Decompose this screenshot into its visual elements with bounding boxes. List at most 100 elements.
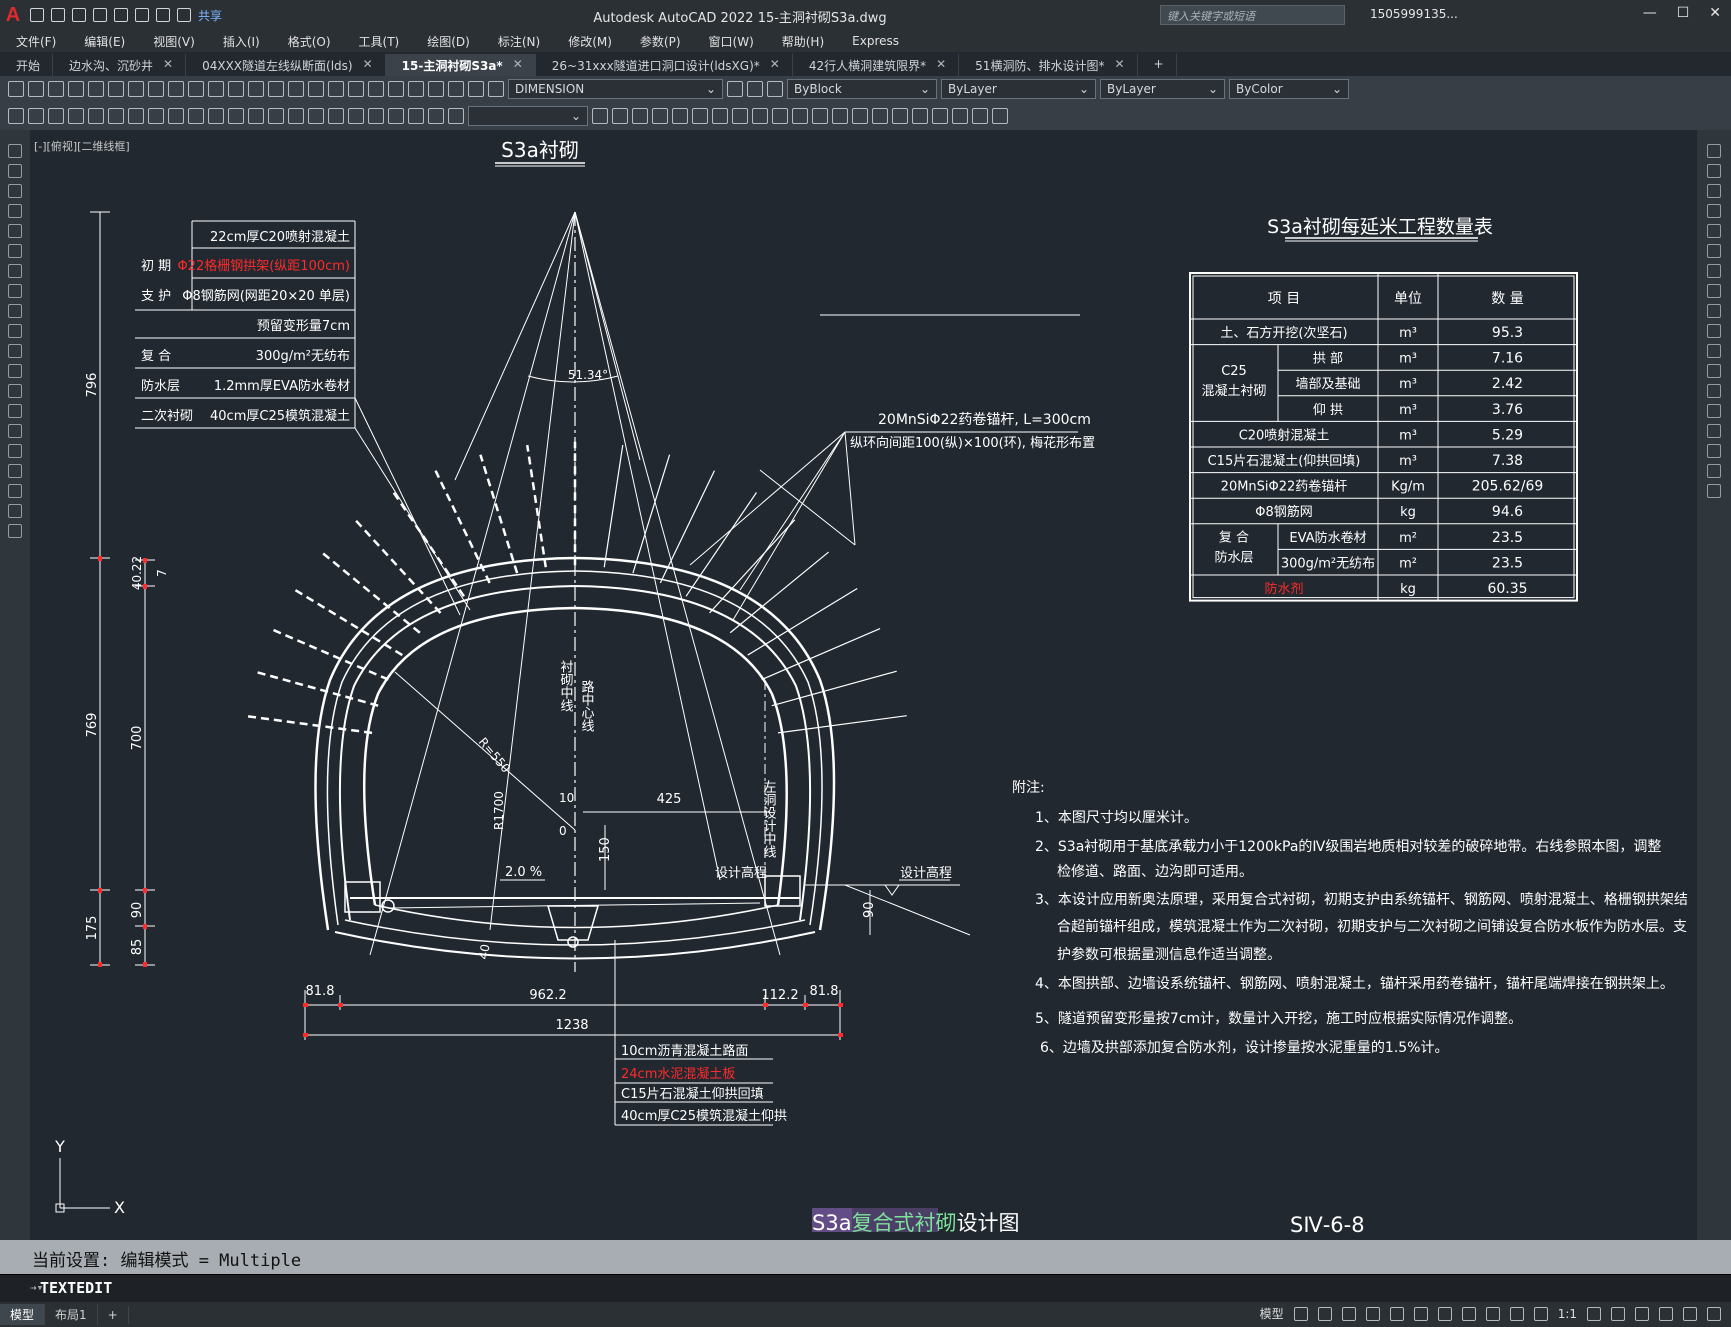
dim-quick-icon[interactable]	[228, 108, 244, 124]
dim-break-icon[interactable]	[308, 108, 324, 124]
rectangle-icon[interactable]	[8, 224, 22, 238]
dim-diameter-icon[interactable]	[188, 108, 204, 124]
redo-icon[interactable]	[177, 8, 191, 22]
annotation-scale[interactable]: 1:1	[1558, 1307, 1577, 1321]
add-layout-button[interactable]: +	[98, 1305, 129, 1324]
layer-iso-icon[interactable]	[767, 81, 783, 97]
table-icon[interactable]	[8, 484, 22, 498]
tolerance-icon[interactable]	[328, 108, 344, 124]
grid-icon[interactable]	[1293, 1306, 1308, 1321]
help-icon[interactable]	[448, 81, 464, 97]
share-button[interactable]: 共享	[198, 7, 222, 24]
color-dropdown[interactable]: ByBlock ⌄	[787, 79, 937, 99]
insert-block-icon[interactable]	[8, 364, 22, 378]
array-icon[interactable]	[1707, 224, 1721, 238]
ellipse-arc-icon[interactable]	[8, 344, 22, 358]
zoom-window-icon[interactable]	[288, 81, 304, 97]
menu-help[interactable]: 帮助(H)	[782, 33, 824, 50]
print-icon[interactable]	[68, 81, 84, 97]
redo-icon[interactable]	[228, 81, 244, 97]
tool-icon[interactable]	[8, 108, 24, 124]
fillet-icon[interactable]	[832, 108, 848, 124]
mirror-icon[interactable]	[1707, 184, 1721, 198]
layer-prev-icon[interactable]	[747, 81, 763, 97]
extend-icon[interactable]	[792, 108, 808, 124]
modify-icon[interactable]	[612, 108, 628, 124]
dim-aligned-icon[interactable]	[88, 108, 104, 124]
menu-dimension[interactable]: 标注(N)	[498, 33, 540, 50]
move-icon[interactable]	[1707, 244, 1721, 258]
menu-insert[interactable]: 插入(I)	[223, 33, 260, 50]
lineweight-dropdown[interactable]: ByLayer ⌄	[1100, 79, 1225, 99]
polygon-icon[interactable]	[8, 204, 22, 218]
break-icon[interactable]	[1707, 384, 1721, 398]
modify-icon[interactable]	[632, 108, 648, 124]
arc-icon[interactable]	[8, 244, 22, 258]
erase-icon[interactable]	[1707, 144, 1721, 158]
dim-edit-icon[interactable]	[408, 108, 424, 124]
array-icon[interactable]	[972, 108, 988, 124]
dim-style-icon[interactable]	[592, 108, 608, 124]
hatch-icon[interactable]	[8, 424, 22, 438]
close-icon[interactable]: ✕	[770, 57, 780, 76]
layer-state-icon[interactable]	[488, 81, 504, 97]
close-icon[interactable]: ✕	[163, 57, 173, 76]
publish-icon[interactable]	[108, 81, 124, 97]
zoom-prev-icon[interactable]	[308, 81, 324, 97]
save-icon[interactable]	[48, 81, 64, 97]
rotate-icon[interactable]	[1707, 264, 1721, 278]
saveas-icon[interactable]	[93, 8, 107, 22]
tab-model[interactable]: 模型	[0, 1304, 46, 1325]
design-center-icon[interactable]	[348, 81, 364, 97]
web-save-icon[interactable]	[114, 8, 128, 22]
join-icon[interactable]	[1707, 404, 1721, 418]
preview-icon[interactable]	[88, 81, 104, 97]
point-icon[interactable]	[8, 404, 22, 418]
copy-icon[interactable]	[148, 81, 164, 97]
dim-linear-icon[interactable]	[68, 108, 84, 124]
search-input[interactable]: 键入关键字或短语	[1160, 5, 1345, 25]
menu-express[interactable]: Express	[852, 34, 899, 48]
menu-view[interactable]: 视图(V)	[153, 33, 195, 50]
menu-window[interactable]: 窗口(W)	[709, 33, 754, 50]
zoom-icon[interactable]	[268, 81, 284, 97]
autocad-logo-icon[interactable]: A	[0, 4, 26, 27]
linetype-dropdown[interactable]: ByLayer ⌄	[941, 79, 1096, 99]
menu-edit[interactable]: 编辑(E)	[84, 33, 125, 50]
tab-layout1[interactable]: 布局1	[45, 1304, 98, 1325]
break-point-icon[interactable]	[1707, 364, 1721, 378]
new-icon[interactable]	[8, 81, 24, 97]
xline-icon[interactable]	[8, 164, 22, 178]
ellipse-icon[interactable]	[8, 324, 22, 338]
tab-doc-2[interactable]: 04XXX隧道左线纵断面(lds) ✕	[186, 54, 386, 76]
tab-doc-5[interactable]: 42行人横洞建筑限界* ✕	[793, 54, 960, 76]
command-line[interactable]: ⇢▾ TEXTEDIT	[0, 1274, 1731, 1302]
menu-tools[interactable]: 工具(T)	[359, 33, 400, 50]
sheet-set-icon[interactable]	[388, 81, 404, 97]
plot-icon[interactable]	[135, 8, 149, 22]
customize-icon[interactable]	[1707, 1306, 1721, 1321]
tool-icon[interactable]	[48, 108, 64, 124]
chamfer-icon[interactable]	[1707, 424, 1721, 438]
ortho-icon[interactable]	[1341, 1306, 1356, 1321]
layer-match-icon[interactable]	[727, 81, 743, 97]
dim-angular-icon[interactable]	[208, 108, 224, 124]
revcloud-icon[interactable]	[8, 284, 22, 298]
region-icon[interactable]	[8, 464, 22, 478]
clean-screen-icon[interactable]	[1683, 1306, 1697, 1321]
explode-icon[interactable]	[872, 108, 888, 124]
dim-radius-icon[interactable]	[148, 108, 164, 124]
lineweight-icon[interactable]	[1437, 1306, 1452, 1321]
command-prompt-icon[interactable]: ⇢▾	[30, 1281, 43, 1294]
inspect-icon[interactable]	[368, 108, 384, 124]
minimize-button[interactable]: —	[1643, 5, 1657, 21]
properties-icon[interactable]	[328, 81, 344, 97]
tab-doc-4[interactable]: 26~31xxx隧道进口洞口设计(ldsXG)* ✕	[536, 54, 793, 76]
model-space-toggle[interactable]: 模型	[1260, 1305, 1284, 1322]
fillet-icon[interactable]	[1707, 444, 1721, 458]
center-mark-icon[interactable]	[348, 108, 364, 124]
annotation-visibility-icon[interactable]	[1509, 1306, 1524, 1321]
open-icon[interactable]	[28, 81, 44, 97]
paste-icon[interactable]	[168, 81, 184, 97]
new-icon[interactable]	[30, 8, 44, 22]
